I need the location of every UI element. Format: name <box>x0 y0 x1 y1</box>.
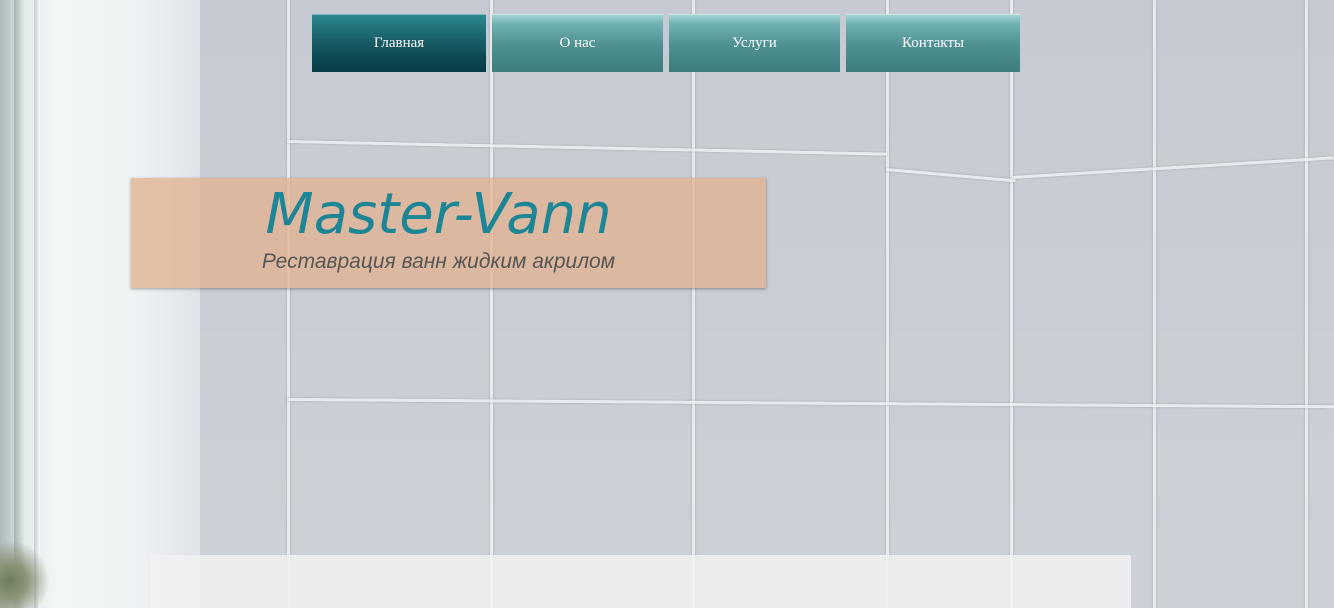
window-frame-inner <box>34 0 40 608</box>
window-light <box>0 0 205 608</box>
nav-item-label: О нас <box>559 34 596 51</box>
nav-item-about[interactable]: О нас <box>492 14 663 72</box>
nav-item-contacts[interactable]: Контакты <box>846 14 1020 72</box>
site-subtitle: Реставрация ванн жидким акрилом <box>261 250 616 273</box>
main-nav: Главная О нас Услуги Контакты <box>312 14 1020 72</box>
site-title[interactable]: Master-Vann <box>131 180 746 250</box>
tile-grout <box>287 0 290 608</box>
plant-leaves <box>0 540 50 608</box>
tile-grout <box>1010 0 1013 608</box>
header-banner: Master-Vann Реставрация ванн жидким акри… <box>131 178 766 288</box>
nav-item-services[interactable]: Услуги <box>669 14 840 72</box>
window-frame <box>14 0 24 608</box>
tile-grout <box>692 0 695 608</box>
tile-grout <box>886 0 889 608</box>
content-panel <box>151 555 1131 608</box>
tile-grout <box>490 0 493 608</box>
tile-wall <box>200 0 1334 608</box>
tile-grout <box>1305 0 1308 608</box>
nav-item-label: Контакты <box>902 34 964 51</box>
nav-item-label: Главная <box>373 34 425 51</box>
nav-item-label: Услуги <box>732 34 777 51</box>
tile-grout <box>1153 0 1156 608</box>
background-image <box>0 0 1334 608</box>
nav-item-home[interactable]: Главная <box>312 14 486 72</box>
